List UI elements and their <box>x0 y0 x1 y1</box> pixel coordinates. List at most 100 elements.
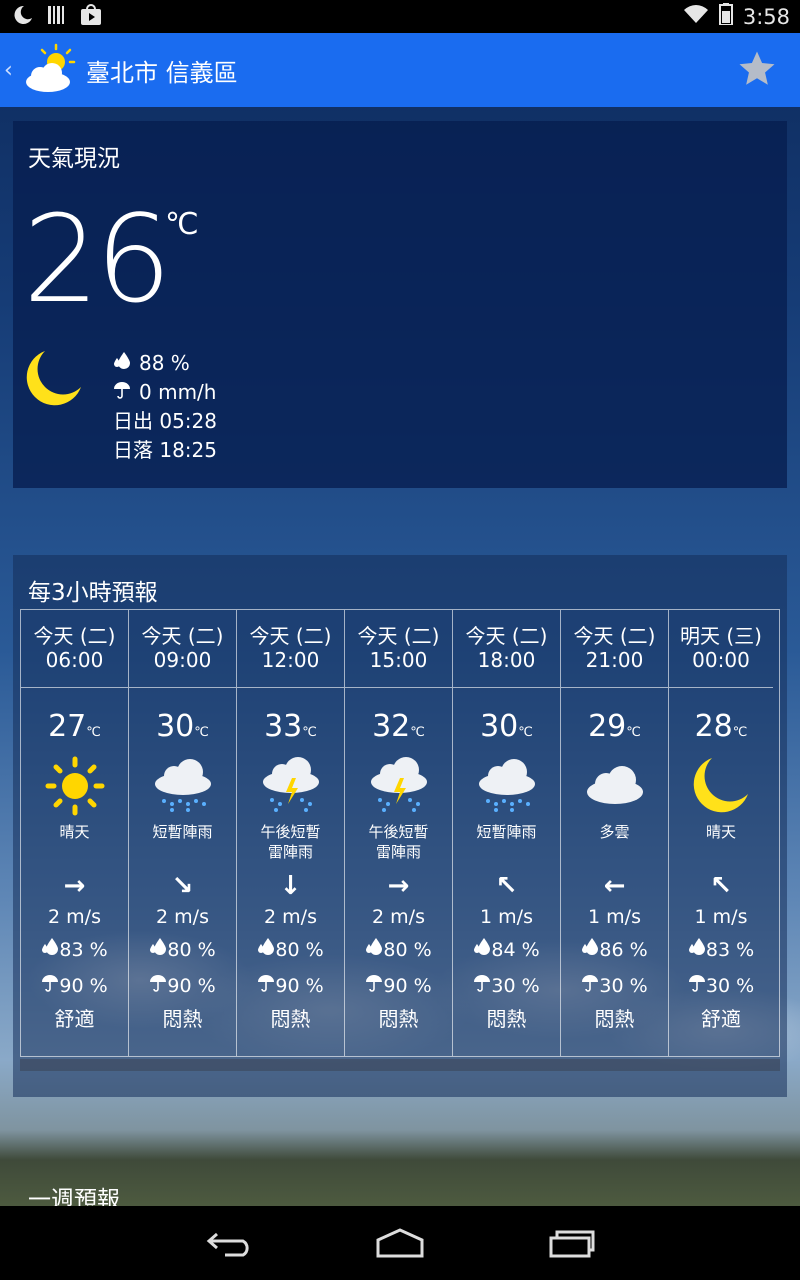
forecast-wind-speed: 1 m/s <box>480 906 533 928</box>
humidity-drop-icon <box>688 938 706 961</box>
location-title[interactable]: 臺北市 信義區 <box>86 53 238 88</box>
forecast-header: 今天 (二) 06:00 <box>21 610 128 688</box>
wind-direction-arrow-icon: ↓ <box>279 871 302 901</box>
forecast-column[interactable]: 明天 (三) 00:00 28℃ 晴天 ↖ 1 m/s 83 % 30 % 舒適 <box>669 610 773 1056</box>
wind-direction-arrow-icon: ↖ <box>495 871 518 901</box>
forecast-description: 多雲 <box>599 823 630 841</box>
rain-cloud-icon <box>474 756 540 816</box>
forecast-comfort: 悶熱 <box>378 1007 419 1031</box>
current-rain: 0 mm/h <box>139 380 217 404</box>
forecast-wind-speed: 1 m/s <box>588 906 641 928</box>
forecast-description: 午後短暫 雷陣雨 <box>260 823 321 861</box>
forecast-temperature: 30℃ <box>129 710 236 750</box>
humidity-drop-icon <box>365 938 383 961</box>
forecast-humidity-value: 80 % <box>383 939 432 961</box>
clock: 3:58 <box>742 4 790 29</box>
moon-icon <box>688 756 754 816</box>
forecast-rain-chance: 30 % <box>561 968 668 1004</box>
forecast-humidity: 83 % <box>669 932 773 968</box>
forecast-day: 今天 (二) <box>573 624 656 648</box>
humidity-drop-icon <box>113 349 131 378</box>
wifi-icon <box>683 4 709 29</box>
forecast-rain-value: 90 % <box>59 975 108 997</box>
forecast-temperature: 28℃ <box>669 710 773 750</box>
forecast-comfort: 悶熱 <box>594 1007 635 1031</box>
forecast-comfort: 悶熱 <box>270 1007 311 1031</box>
forecast-rain-value: 90 % <box>167 975 216 997</box>
favorite-star-icon[interactable] <box>736 48 778 90</box>
forecast-time: 18:00 <box>477 648 536 672</box>
back-chevron-icon[interactable]: ‹ <box>4 58 18 83</box>
forecast-wind-speed: 1 m/s <box>694 906 748 928</box>
wind-direction-arrow-icon: ← <box>603 871 626 901</box>
forecast-column[interactable]: 今天 (二) 18:00 30℃ 短暫陣雨 ↖ 1 m/s 84 % 30 % 悶熱 <box>453 610 561 1056</box>
forecast-header: 今天 (二) 21:00 <box>561 610 668 688</box>
forecast-day: 今天 (二) <box>249 624 332 648</box>
wind-direction-arrow-icon: ↘ <box>171 871 194 901</box>
forecast-temperature: 30℃ <box>453 710 560 750</box>
forecast-humidity: 84 % <box>453 932 560 968</box>
forecast-time: 09:00 <box>153 648 212 672</box>
forecast-humidity: 80 % <box>129 932 236 968</box>
forecast-column[interactable]: 今天 (二) 21:00 29℃ 多雲 ← 1 m/s 86 % 30 % 悶熱 <box>561 610 669 1056</box>
forecast-column[interactable]: 今天 (二) 06:00 27℃ 晴天 → 2 m/s 83 % 90 % 舒適 <box>21 610 129 1056</box>
forecast-description: 晴天 <box>59 823 90 841</box>
play-store-icon <box>80 3 102 30</box>
forecast-humidity-value: 86 % <box>599 939 648 961</box>
forecast-table[interactable]: 今天 (二) 06:00 27℃ 晴天 → 2 m/s 83 % 90 % 舒適 今天 (二) 09… <box>20 609 780 1057</box>
forecast-temp-value: 30 <box>156 709 195 744</box>
forecast-rain-value: 30 % <box>599 975 648 997</box>
current-conditions-panel: 天氣現況 26 ℃ 88 % 0 mm/h 日出 05:28 日落 18:25 <box>13 121 787 488</box>
forecast-rain-chance: 90 % <box>129 968 236 1004</box>
moon-notification-icon <box>10 3 34 31</box>
barcode-icon <box>48 5 66 29</box>
back-nav-icon[interactable] <box>205 1228 255 1258</box>
forecast-temp-unit: ℃ <box>410 725 425 740</box>
forecast-temp-value: 27 <box>48 709 87 744</box>
forecast-header: 今天 (二) 18:00 <box>453 610 560 688</box>
forecast-rain-value: 30 % <box>491 975 540 997</box>
forecast-day: 今天 (二) <box>357 624 440 648</box>
forecast-rain-chance: 90 % <box>345 968 452 1004</box>
forecast-temperature: 32℃ <box>345 710 452 750</box>
forecast-column[interactable]: 今天 (二) 12:00 33℃ 午後短暫 雷陣雨 ↓ 2 m/s 80 % 90 % 悶熱 <box>237 610 345 1056</box>
forecast-description: 短暫陣雨 <box>476 823 537 841</box>
navigation-bar <box>0 1206 800 1280</box>
forecast-header: 今天 (二) 12:00 <box>237 610 344 688</box>
humidity-drop-icon <box>473 938 491 961</box>
home-nav-icon[interactable] <box>375 1228 425 1258</box>
forecast-temp-unit: ℃ <box>302 725 317 740</box>
forecast-day: 今天 (二) <box>141 624 224 648</box>
humidity-drop-icon <box>149 938 167 961</box>
forecast-header: 今天 (二) 15:00 <box>345 610 452 688</box>
umbrella-icon <box>257 975 275 997</box>
forecast-temp-value: 33 <box>264 709 303 744</box>
status-bar: 3:58 <box>0 0 800 33</box>
forecast-column[interactable]: 今天 (二) 09:00 30℃ 短暫陣雨 ↘ 2 m/s 80 % 90 % 悶熱 <box>129 610 237 1056</box>
forecast-scrollbar[interactable] <box>20 1059 780 1071</box>
forecast-time: 06:00 <box>45 648 104 672</box>
sunset-time: 日落 18:25 <box>113 438 217 462</box>
forecast-temp-unit: ℃ <box>626 725 641 740</box>
forecast-comfort: 舒適 <box>54 1007 95 1031</box>
current-section-title: 天氣現況 <box>28 146 120 172</box>
forecast-description: 午後短暫 雷陣雨 <box>368 823 429 861</box>
battery-icon <box>718 3 733 30</box>
forecast-column[interactable]: 今天 (二) 15:00 32℃ 午後短暫 雷陣雨 → 2 m/s 80 % 90 % 悶熱 <box>345 610 453 1056</box>
forecast-temperature: 33℃ <box>237 710 344 750</box>
forecast-humidity: 83 % <box>21 932 128 968</box>
forecast-temp-unit: ℃ <box>86 725 101 740</box>
forecast-wind-speed: 2 m/s <box>264 906 317 928</box>
temperature-unit: ℃ <box>165 207 199 242</box>
app-logo-icon[interactable] <box>18 40 78 100</box>
recent-apps-nav-icon[interactable] <box>547 1228 597 1258</box>
wind-direction-arrow-icon: → <box>387 871 410 901</box>
forecast-panel: 每3小時預報 今天 (二) 06:00 27℃ 晴天 → 2 m/s 83 % 90 % 舒適今… <box>13 555 787 1097</box>
forecast-header: 今天 (二) 09:00 <box>129 610 236 688</box>
forecast-temperature: 29℃ <box>561 710 668 750</box>
forecast-description: 晴天 <box>705 823 736 841</box>
umbrella-icon <box>473 975 491 997</box>
forecast-section-title: 每3小時預報 <box>28 580 158 606</box>
app-bar: ‹ 臺北市 信義區 <box>0 33 800 107</box>
umbrella-icon <box>581 975 599 997</box>
